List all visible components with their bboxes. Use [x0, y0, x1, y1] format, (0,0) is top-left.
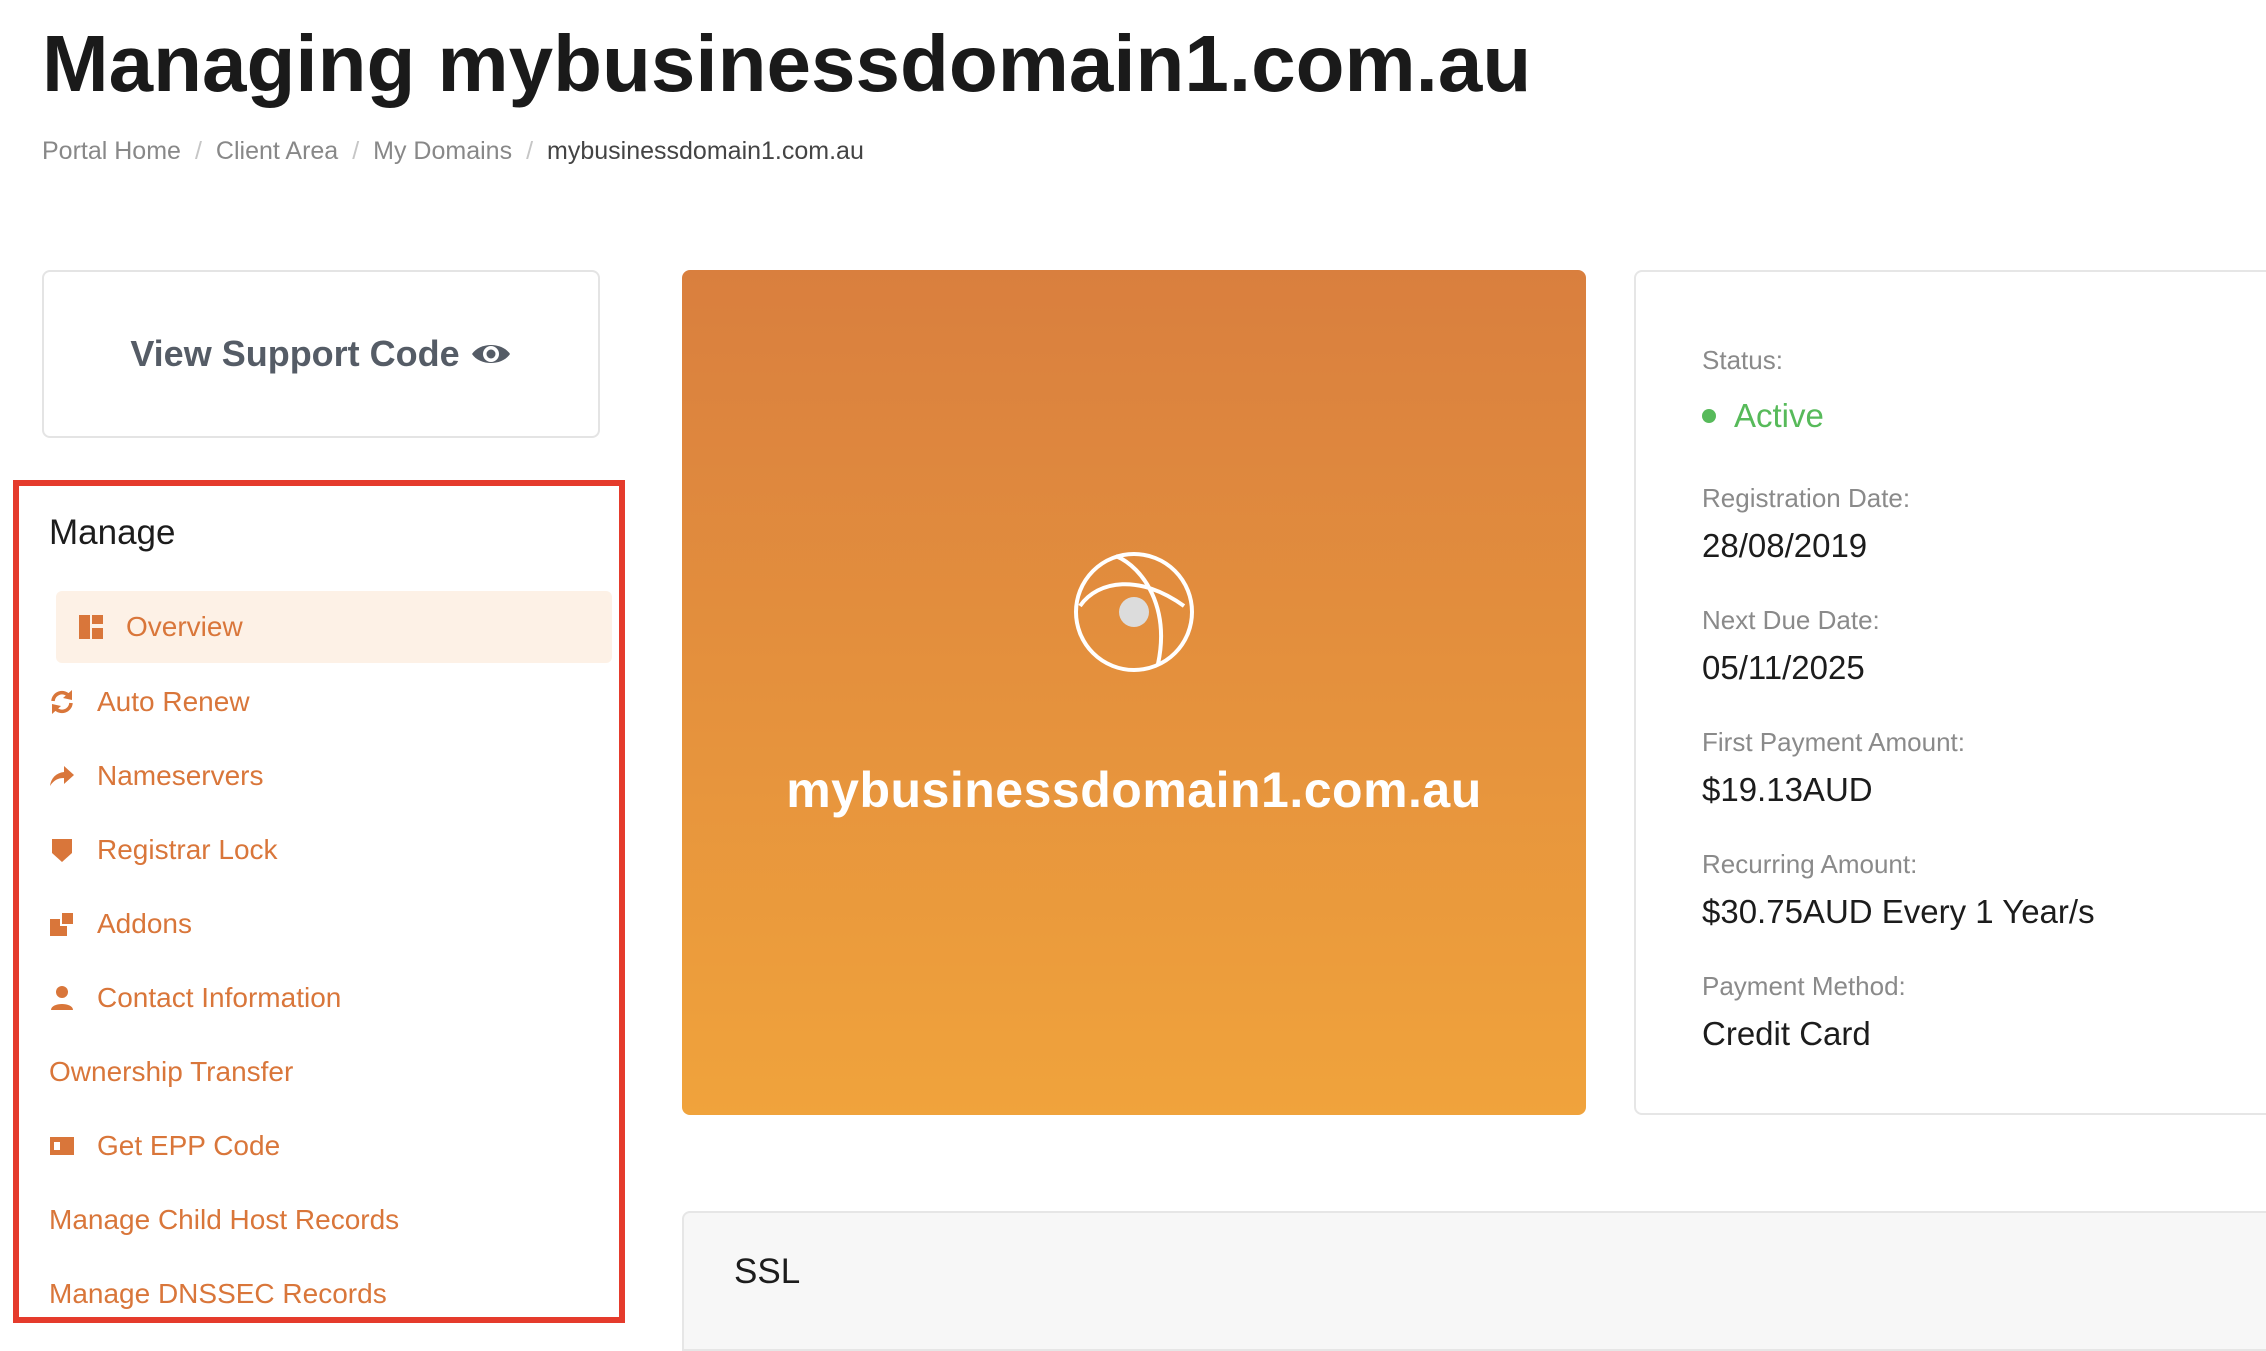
breadcrumb-portal-home[interactable]: Portal Home — [42, 137, 181, 165]
status-label: Status: — [1702, 345, 1783, 375]
manage-panel: Manage Overview Auto Renew Nameservers R… — [13, 480, 625, 1323]
page-title: Managing mybusinessdomain1.com.au — [42, 19, 1532, 108]
status-value: Active — [1734, 397, 1824, 434]
manage-item-label: Ownership Transfer — [49, 1056, 294, 1087]
breadcrumb-separator: / — [352, 137, 360, 165]
share-arrow-icon — [49, 763, 75, 789]
first-payment-value: $19.13AUD — [1702, 771, 1873, 808]
recurring-amount-label: Recurring Amount: — [1702, 849, 1918, 879]
manage-item-label: Overview — [126, 611, 243, 642]
clone-icon — [49, 911, 75, 937]
user-icon — [49, 985, 75, 1011]
manage-item-dnssec-records[interactable]: Manage DNSSEC Records — [49, 1258, 387, 1330]
shield-icon — [49, 837, 75, 863]
next-due-date-value: 05/11/2025 — [1702, 649, 1865, 686]
manage-item-contact-information[interactable]: Contact Information — [49, 962, 341, 1034]
status-dot-icon — [1702, 409, 1716, 423]
breadcrumb-my-domains[interactable]: My Domains — [373, 137, 512, 165]
manage-item-overview[interactable]: Overview — [56, 591, 612, 663]
registration-date-label: Registration Date: — [1702, 483, 1911, 513]
manage-item-get-epp-code[interactable]: Get EPP Code — [49, 1110, 280, 1182]
manage-item-label: Registrar Lock — [97, 834, 278, 865]
id-card-icon — [49, 1133, 75, 1159]
breadcrumb-client-area[interactable]: Client Area — [216, 137, 338, 165]
breadcrumb-separator: / — [194, 137, 202, 165]
dashboard-icon — [78, 614, 104, 640]
view-support-code-button[interactable]: View Support Code — [42, 270, 600, 438]
registration-date-value: 28/08/2019 — [1702, 527, 1868, 564]
manage-item-auto-renew[interactable]: Auto Renew — [49, 666, 250, 738]
breadcrumb-current: mybusinessdomain1.com.au — [547, 137, 864, 165]
manage-item-child-host-records[interactable]: Manage Child Host Records — [49, 1184, 399, 1256]
ssl-panel: SSL — [682, 1211, 2266, 1351]
payment-method-label: Payment Method: — [1702, 971, 1906, 1001]
manage-item-label: Nameservers — [97, 760, 264, 791]
manage-item-registrar-lock[interactable]: Registrar Lock — [49, 814, 278, 886]
recurring-amount-value: $30.75AUD Every 1 Year/s — [1702, 893, 2095, 930]
manage-item-ownership-transfer[interactable]: Ownership Transfer — [49, 1036, 293, 1108]
next-due-date-label: Next Due Date: — [1702, 605, 1880, 635]
domain-details-card: Status: Active Registration Date: 28/08/… — [1634, 270, 2266, 1115]
eye-icon — [470, 339, 512, 369]
manage-item-label: Manage DNSSEC Records — [49, 1278, 387, 1309]
ssl-title: SSL — [734, 1252, 801, 1291]
view-support-code-label: View Support Code — [130, 333, 460, 374]
manage-heading: Manage — [49, 513, 176, 552]
manage-item-nameservers[interactable]: Nameservers — [49, 740, 263, 812]
domain-hero-card: mybusinessdomain1.com.au — [682, 270, 1586, 1115]
payment-method-value: Credit Card — [1702, 1015, 1871, 1052]
breadcrumb: Portal Home / Client Area / My Domains / mybus… — [42, 131, 864, 171]
manage-item-label: Contact Information — [97, 982, 342, 1013]
manage-item-label: Addons — [97, 908, 192, 939]
breadcrumb-separator: / — [526, 137, 534, 165]
first-payment-label: First Payment Amount: — [1702, 727, 1965, 757]
manage-item-label: Get EPP Code — [97, 1130, 281, 1161]
globe-icon — [1070, 548, 1198, 681]
manage-item-label: Manage Child Host Records — [49, 1204, 400, 1235]
manage-item-addons[interactable]: Addons — [49, 888, 192, 960]
status-badge: Active — [1702, 394, 1824, 438]
sync-icon — [49, 689, 75, 715]
manage-item-label: Auto Renew — [97, 686, 250, 717]
domain-name: mybusinessdomain1.com.au — [786, 762, 1482, 818]
